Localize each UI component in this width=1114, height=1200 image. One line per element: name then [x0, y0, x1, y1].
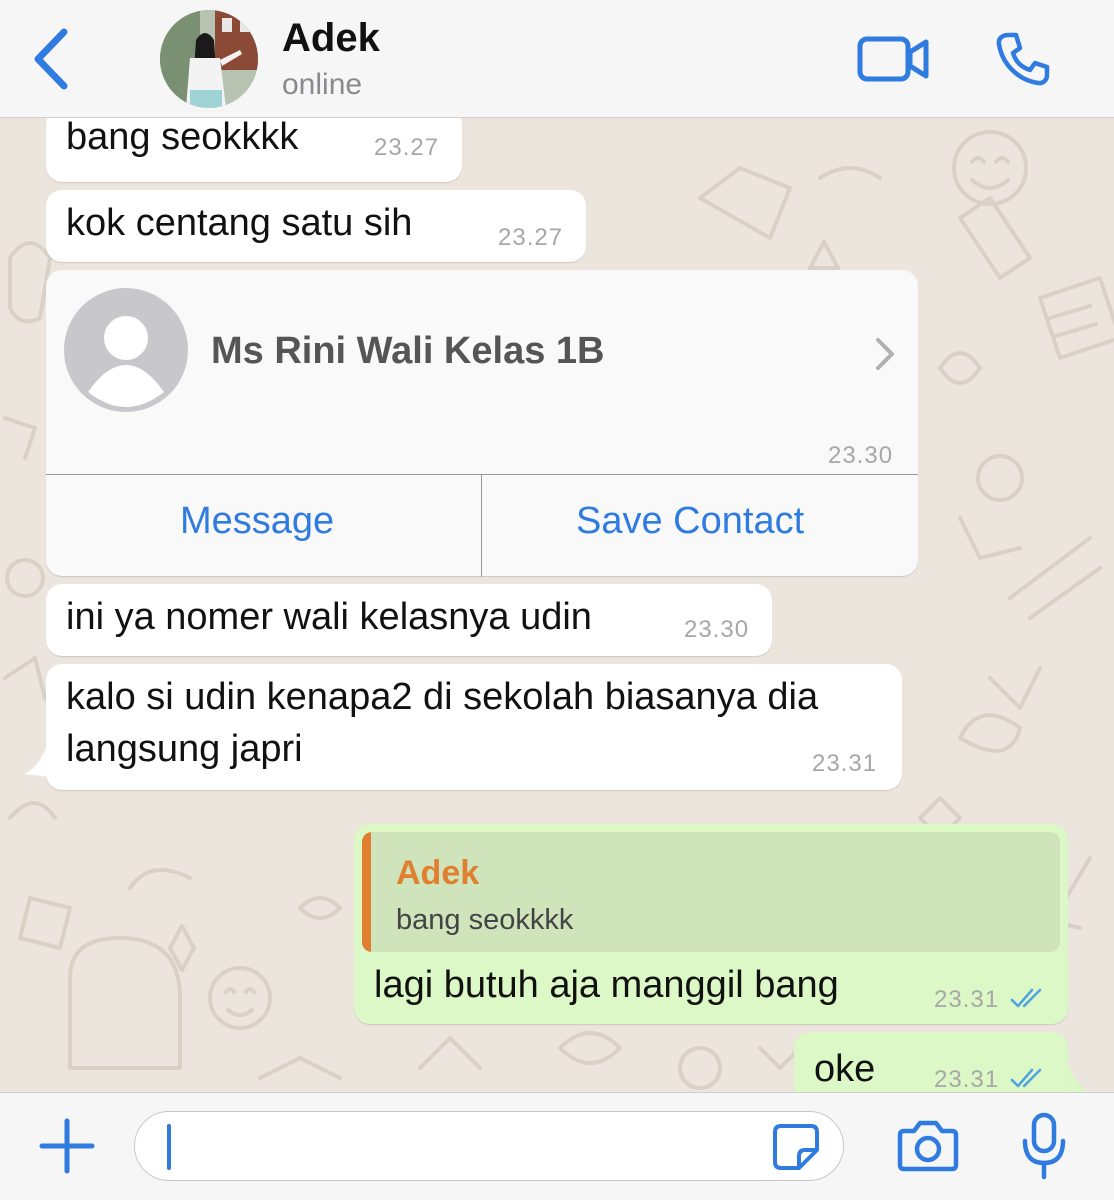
sticker-icon[interactable]: [771, 1122, 821, 1172]
message-text-line: langsung japri: [66, 728, 303, 770]
chevron-right-icon[interactable]: [874, 336, 898, 372]
message-input[interactable]: [134, 1111, 844, 1181]
message-text: lagi butuh aja manggil bang: [374, 964, 839, 1006]
message-text: bang seokkkk: [66, 118, 299, 158]
camera-icon[interactable]: [896, 1119, 960, 1173]
save-contact-button[interactable]: Save Contact: [576, 500, 804, 543]
incoming-message[interactable]: bang seokkkk 23.27: [46, 118, 462, 182]
outgoing-message[interactable]: oke 23.31: [794, 1032, 1068, 1092]
card-divider: [481, 475, 482, 577]
message-contact-button[interactable]: Message: [180, 500, 334, 543]
shared-contact-name: Ms Rini Wali Kelas 1B: [211, 330, 605, 372]
reply-accent-bar: [362, 832, 371, 952]
message-text: oke: [814, 1048, 876, 1090]
read-receipt-icon: [1010, 1068, 1042, 1088]
read-receipt-icon: [1010, 988, 1042, 1008]
video-camera-icon[interactable]: [856, 34, 930, 84]
contact-avatar-placeholder-icon: [64, 288, 188, 412]
contact-avatar[interactable]: [160, 10, 258, 108]
message-time: 23.31: [934, 1066, 1000, 1092]
message-text-line: kalo si udin kenapa2 di sekolah biasanya…: [66, 676, 819, 718]
message-text: ini ya nomer wali kelasnya udin: [66, 596, 592, 638]
message-list[interactable]: bang seokkkk 23.27 kok centang satu sih …: [0, 118, 1114, 1092]
contact-card[interactable]: Ms Rini Wali Kelas 1B 23.30 Message Save…: [46, 270, 918, 577]
contact-name[interactable]: Adek: [282, 16, 380, 61]
message-time: 23.27: [374, 134, 440, 161]
incoming-message[interactable]: kalo si udin kenapa2 di sekolah biasanya…: [46, 664, 902, 790]
message-composer: [0, 1092, 1114, 1200]
incoming-message[interactable]: ini ya nomer wali kelasnya udin 23.30: [46, 584, 772, 656]
reply-author: Adek: [396, 854, 480, 892]
contact-status: online: [282, 68, 363, 101]
card-divider: [46, 474, 918, 475]
incoming-message[interactable]: kok centang satu sih 23.27: [46, 190, 586, 262]
chat-header: Adek online: [0, 0, 1114, 118]
reply-text: bang seokkkk: [396, 904, 574, 936]
message-time: 23.31: [934, 986, 1000, 1013]
message-time: 23.30: [828, 442, 894, 469]
microphone-icon[interactable]: [1020, 1111, 1068, 1183]
plus-icon[interactable]: [38, 1117, 96, 1175]
phone-icon[interactable]: [994, 30, 1052, 88]
outgoing-message[interactable]: Adek bang seokkkk lagi butuh aja manggil…: [354, 824, 1068, 1024]
message-text: kok centang satu sih: [66, 202, 413, 244]
message-time: 23.31: [812, 750, 878, 777]
chevron-left-icon[interactable]: [28, 26, 80, 92]
message-time: 23.27: [498, 224, 564, 251]
quoted-reply[interactable]: Adek bang seokkkk: [362, 832, 1060, 952]
text-cursor: [167, 1124, 171, 1170]
message-time: 23.30: [684, 616, 750, 643]
